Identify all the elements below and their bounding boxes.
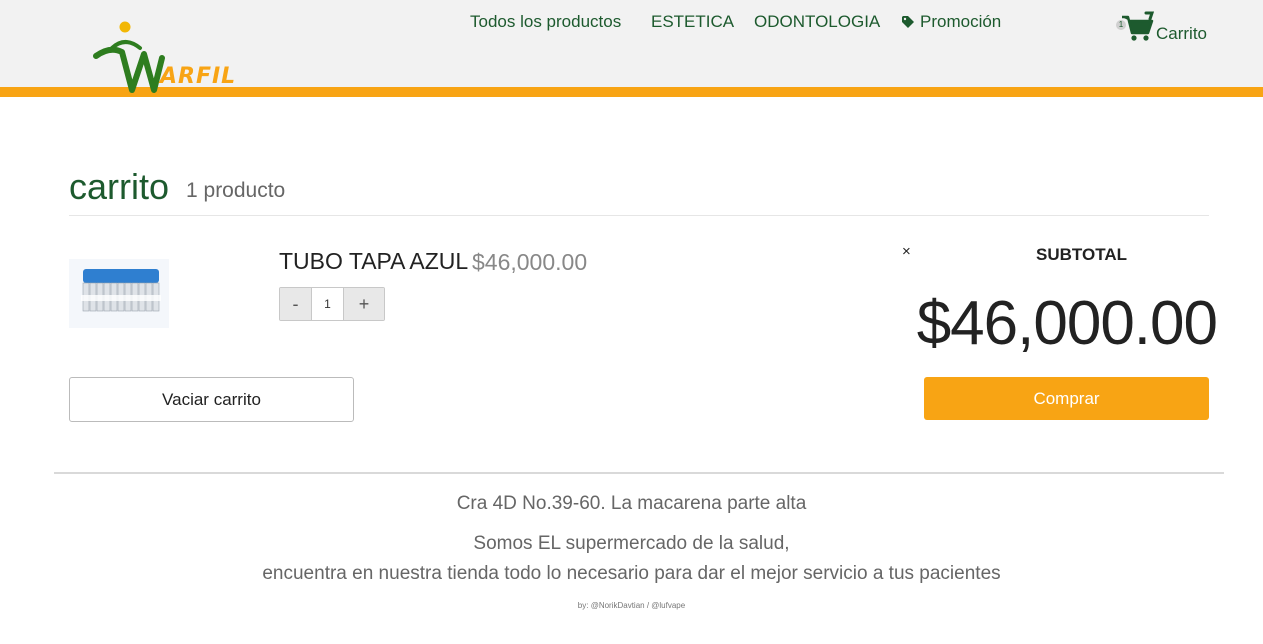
subtotal-value: $46,000.00	[916, 289, 1218, 358]
nav-todos-los-productos[interactable]: Todos los productos	[470, 12, 621, 32]
footer-divider	[54, 472, 1224, 474]
remove-item-button[interactable]: ×	[902, 243, 911, 260]
nav-promocion-label: Promoción	[920, 12, 1002, 31]
nav-estetica[interactable]: ESTETICA	[651, 12, 734, 32]
empty-cart-button[interactable]: Vaciar carrito	[69, 377, 354, 422]
blood-tubes-image	[81, 269, 161, 312]
page-title: carrito	[69, 166, 170, 207]
product-thumbnail[interactable]	[69, 259, 169, 328]
product-name[interactable]: TUBO TAPA AZUL	[279, 248, 468, 275]
checkout-button[interactable]: Comprar	[924, 377, 1209, 420]
title-divider	[69, 215, 1209, 216]
nav-odontologia[interactable]: ODONTOLOGIA	[754, 12, 880, 32]
increase-quantity-button[interactable]: +	[344, 288, 384, 320]
cart-label: Carrito	[1156, 24, 1208, 43]
footer-credits: by: @NorikDavtian / @lufvape	[577, 601, 686, 610]
nav-promocion[interactable]: Promoción	[902, 12, 1001, 32]
cart-item-count: 1 producto	[186, 179, 286, 202]
cart-count-badge: 1	[1116, 20, 1126, 30]
quantity-input[interactable]: 1	[311, 288, 344, 320]
quantity-stepper: - 1 +	[279, 287, 385, 321]
decrease-quantity-button[interactable]: -	[280, 288, 311, 320]
footer-tagline-1: Somos EL supermercado de la salud,	[473, 533, 790, 554]
product-price: $46,000.00	[472, 249, 588, 275]
footer-tagline-2: encuentra en nuestra tienda todo lo nece…	[262, 563, 1001, 584]
subtotal-label: SUBTOTAL	[1036, 245, 1127, 264]
brand-logo[interactable]: ARFIL	[92, 18, 235, 98]
tag-icon	[902, 16, 914, 28]
footer-address: Cra 4D No.39-60. La macarena parte alta	[456, 493, 807, 514]
logo-text: ARFIL	[160, 64, 237, 89]
